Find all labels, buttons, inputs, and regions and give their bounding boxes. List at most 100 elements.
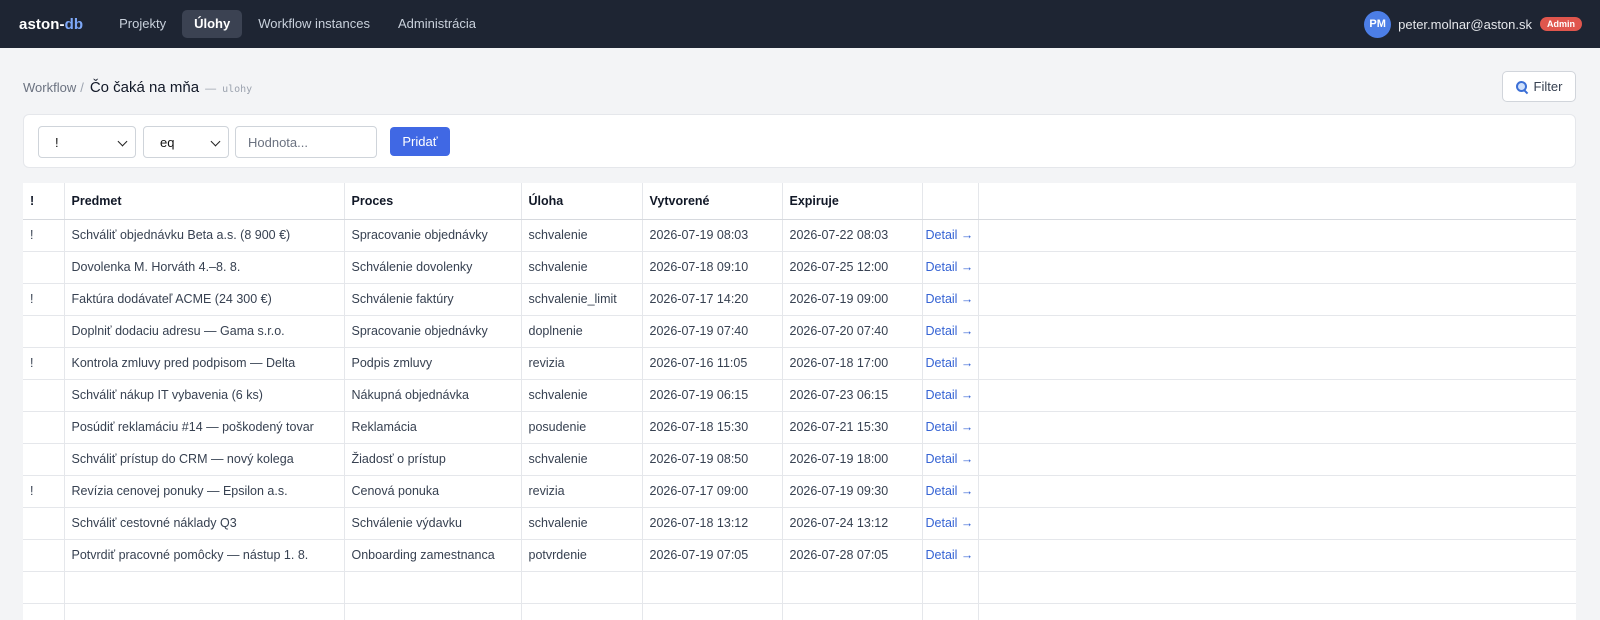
priority-cell: [23, 315, 65, 348]
process-cell: Reklamácia: [344, 411, 522, 444]
detail-link[interactable]: Detail →: [922, 379, 979, 412]
created-cell: 2026-07-19 07:05: [642, 539, 783, 572]
subject-cell: Schváliť cestovné náklady Q3: [64, 507, 345, 540]
process-cell: Schválenie výdavku: [344, 507, 522, 540]
column-header-task[interactable]: Úloha: [521, 183, 643, 220]
priority-cell: !: [23, 283, 65, 316]
main-nav: Projekty Úlohy Workflow instances Admini…: [107, 10, 488, 38]
detail-link[interactable]: Detail →: [922, 315, 979, 348]
expires-cell: 2026-07-28 07:05: [782, 539, 923, 572]
detail-link[interactable]: Detail →: [922, 347, 979, 380]
user-menu[interactable]: PM peter.molnar@aston.sk Admin: [1364, 10, 1582, 38]
process-cell: Spracovanie objednávky: [344, 315, 522, 348]
row-spacer: [978, 219, 1576, 252]
priority-cell: !: [23, 219, 65, 252]
task-cell: schvalenie_limit: [521, 283, 643, 316]
add-filter-button[interactable]: Pridať: [390, 127, 450, 156]
task-cell: schvalenie: [521, 251, 643, 284]
table-row[interactable]: Schváliť prístup do CRM — nový kolega Žia…: [23, 443, 1576, 476]
detail-link[interactable]: Detail →: [922, 443, 979, 476]
role-badge: Admin: [1540, 17, 1582, 31]
nav-item-administracia[interactable]: Administrácia: [386, 10, 488, 38]
table-row[interactable]: Schváliť nákup IT vybavenia (6 ks) Nákupn…: [23, 379, 1576, 412]
column-header-priority[interactable]: !: [23, 183, 65, 220]
expires-cell: 2026-07-19 09:30: [782, 475, 923, 508]
column-header-spacer: [978, 183, 1576, 220]
task-cell: revizia: [521, 347, 643, 380]
row-spacer: [978, 315, 1576, 348]
table-body: ! Schváliť objednávku Beta a.s. (8 900 €)…: [23, 219, 1576, 620]
table-row[interactable]: ! Faktúra dodávateľ ACME (24 300 €) Schvál…: [23, 283, 1576, 316]
subject-cell: Schváliť objednávku Beta a.s. (8 900 €): [64, 219, 345, 252]
table-row[interactable]: Doplniť dodaciu adresu — Gama s.r.o. Spra…: [23, 315, 1576, 348]
priority-cell: [23, 507, 65, 540]
task-cell: schvalenie: [521, 379, 643, 412]
process-cell: Cenová ponuka: [344, 475, 522, 508]
search-icon: [1515, 80, 1528, 93]
page-header: Workflow / Čo čaká na mňa — ulohy Filter: [0, 48, 1600, 124]
table-row[interactable]: ! Revízia cenovej ponuky — Epsilon a.s. Ce…: [23, 475, 1576, 508]
detail-link[interactable]: Detail →: [922, 539, 979, 572]
filter-button[interactable]: Filter: [1502, 71, 1576, 102]
expires-cell: 2026-07-21 15:30: [782, 411, 923, 444]
task-cell: revizia: [521, 475, 643, 508]
table-row[interactable]: Posúdiť reklamáciu #14 — poškodený tovar…: [23, 411, 1576, 444]
operator-select-value: eq: [160, 134, 175, 150]
brand-logo[interactable]: aston-db: [19, 16, 83, 33]
priority-cell: !: [23, 475, 65, 508]
expires-cell: 2026-07-24 13:12: [782, 507, 923, 540]
detail-link[interactable]: Detail →: [922, 251, 979, 284]
task-cell: doplnenie: [521, 315, 643, 348]
column-header-subject[interactable]: Predmet: [64, 183, 345, 220]
table-row-empty: [23, 571, 1576, 604]
detail-link[interactable]: Detail →: [922, 219, 979, 252]
column-header-expires[interactable]: Expiruje: [782, 183, 923, 220]
process-cell: Nákupná objednávka: [344, 379, 522, 412]
title-dash: —: [205, 83, 217, 95]
detail-link[interactable]: Detail →: [922, 411, 979, 444]
table-row[interactable]: ! Kontrola zmluvy pred podpisom — Delta Po…: [23, 347, 1576, 380]
created-cell: 2026-07-18 09:10: [642, 251, 783, 284]
detail-link[interactable]: Detail →: [922, 507, 979, 540]
expires-cell: 2026-07-18 17:00: [782, 347, 923, 380]
priority-cell: [23, 379, 65, 412]
table-row[interactable]: Dovolenka M. Horváth 4.–8. 8. Schválenie …: [23, 251, 1576, 284]
detail-link[interactable]: Detail →: [922, 283, 979, 316]
subject-cell: Schváliť prístup do CRM — nový kolega: [64, 443, 345, 476]
created-cell: 2026-07-19 08:03: [642, 219, 783, 252]
page-code: ulohy: [222, 84, 253, 95]
subject-cell: Potvrdiť pracovné pomôcky — nástup 1. 8.: [64, 539, 345, 572]
nav-item-projekty[interactable]: Projekty: [107, 10, 178, 38]
created-cell: 2026-07-19 08:50: [642, 443, 783, 476]
task-cell: schvalenie: [521, 443, 643, 476]
table-row[interactable]: Potvrdiť pracovné pomôcky — nástup 1. 8.…: [23, 539, 1576, 572]
table-row[interactable]: Schváliť cestovné náklady Q3 Schválenie v…: [23, 507, 1576, 540]
avatar[interactable]: PM: [1364, 10, 1392, 38]
operator-select[interactable]: eq: [143, 126, 229, 158]
nav-item-workflow-instances[interactable]: Workflow instances: [246, 10, 382, 38]
user-email: peter.molnar@aston.sk: [1398, 16, 1532, 32]
value-input[interactable]: Hodnota...: [235, 126, 377, 158]
subject-cell: Doplniť dodaciu adresu — Gama s.r.o.: [64, 315, 345, 348]
expires-cell: 2026-07-25 12:00: [782, 251, 923, 284]
table-row[interactable]: ! Schváliť objednávku Beta a.s. (8 900 €)…: [23, 219, 1576, 252]
created-cell: 2026-07-19 06:15: [642, 379, 783, 412]
nav-item-ulohy[interactable]: Úlohy: [182, 10, 243, 38]
detail-link[interactable]: Detail →: [922, 475, 979, 508]
row-spacer: [978, 411, 1576, 444]
priority-cell: !: [23, 347, 65, 380]
created-cell: 2026-07-18 13:12: [642, 507, 783, 540]
subject-cell: Revízia cenovej ponuky — Epsilon a.s.: [64, 475, 345, 508]
page-title: Čo čaká na mňa: [89, 79, 200, 96]
column-header-process[interactable]: Proces: [344, 183, 522, 220]
subject-cell: Faktúra dodávateľ ACME (24 300 €): [64, 283, 345, 316]
filter-panel: ! eq Hodnota... Pridať: [23, 114, 1576, 168]
breadcrumb-parent[interactable]: Workflow: [23, 80, 76, 95]
column-header-actions: [922, 183, 979, 220]
field-select[interactable]: !: [38, 126, 136, 158]
breadcrumb: Workflow / Čo čaká na mňa — ulohy: [23, 79, 252, 96]
table-row-empty: [23, 603, 1576, 620]
column-header-created[interactable]: Vytvorené: [642, 183, 783, 220]
created-cell: 2026-07-18 15:30: [642, 411, 783, 444]
filter-button-label: Filter: [1533, 79, 1563, 94]
